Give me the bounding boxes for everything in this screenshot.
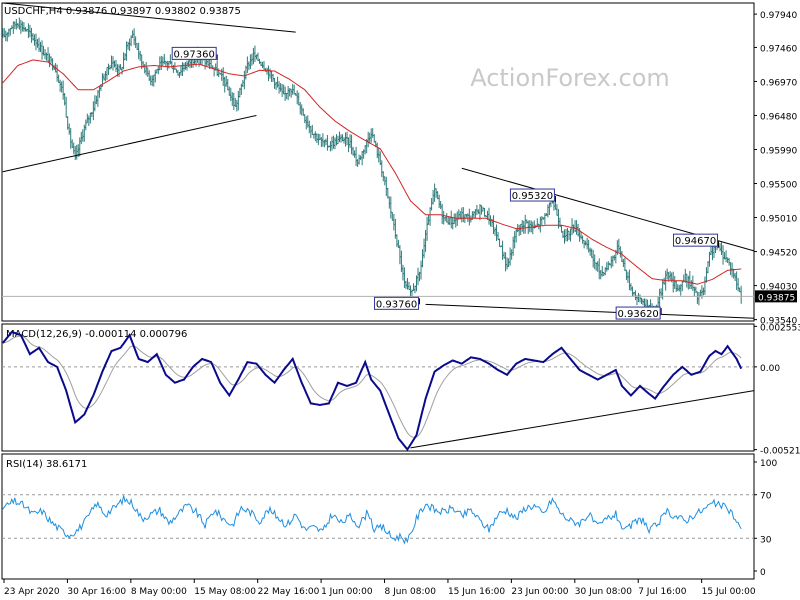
- time-axis-label: 23 Apr 2020: [4, 587, 60, 597]
- price-annotation-label: 0.93760: [376, 299, 417, 310]
- macd-y-tick-label: 0.00: [760, 364, 780, 374]
- rsi-y-tick-label: 70: [760, 492, 772, 502]
- price-y-tick-label: 0.97460: [760, 44, 797, 54]
- price-annotation-label: 0.94670: [675, 236, 716, 247]
- time-axis-label: 15 May 08:00: [194, 587, 256, 597]
- price-annotation-label: 0.95320: [512, 191, 553, 202]
- watermark: ActionForex.com: [470, 64, 670, 92]
- price-annotation-label: 0.97360: [174, 49, 215, 60]
- time-axis-label: 8 May 00:00: [131, 587, 187, 597]
- price-annotation-label: 0.93620: [617, 309, 658, 320]
- macd-y-tick-label: 0.002553: [760, 323, 800, 333]
- price-y-tick-label: 0.95990: [760, 147, 797, 157]
- price-annotation: 0.93620: [615, 306, 662, 320]
- price-annotation: 0.97360: [171, 46, 218, 61]
- time-axis-label: 30 Apr 16:00: [67, 587, 126, 597]
- time-axis-label: 15 Jun 16:00: [448, 587, 505, 597]
- rsi-y-tick-label: 30: [760, 535, 772, 545]
- macd-title: MACD(12,26,9) -0.000114 0.000796: [6, 329, 187, 340]
- forex-chart: ActionForex.com 0.97940 0.97460 0.96970 0.9…: [0, 0, 800, 600]
- macd-y-tick-label: -0.005212: [760, 447, 800, 457]
- current-price-label: 0.93875: [758, 293, 795, 303]
- time-axis-label: 7 Jul 16:00: [638, 587, 687, 597]
- rsi-title: RSI(14) 38.6171: [6, 459, 87, 470]
- price-y-tick-label: 0.94520: [760, 249, 797, 259]
- time-axis-label: 1 Jun 00:00: [321, 587, 373, 597]
- rsi-y-tick-label: 100: [760, 459, 777, 469]
- time-axis-label: 23 Jun 00:00: [511, 587, 568, 597]
- time-axis-label: 8 Jun 08:00: [385, 587, 437, 597]
- price-y-tick-label: 0.97940: [760, 11, 797, 21]
- price-y-tick-label: 0.96970: [760, 78, 797, 88]
- price-y-tick-label: 0.95010: [760, 215, 797, 225]
- price-y-tick-label: 0.96480: [760, 112, 797, 122]
- price-annotation: 0.94670: [673, 233, 720, 248]
- price-annotation: 0.95320: [509, 188, 556, 203]
- price-y-tick-label: 0.95500: [760, 181, 797, 191]
- time-axis-label: 15 Jul 00:00: [702, 587, 756, 597]
- time-axis-label: 22 May 16:00: [258, 587, 320, 597]
- time-axis-label: 30 Jun 08:00: [575, 587, 632, 597]
- price-annotation: 0.93760: [374, 296, 421, 310]
- rsi-y-tick-label: 0: [760, 568, 766, 578]
- symbol-header: USDCHF,H4 0.93876 0.93897 0.93802 0.9387…: [4, 6, 241, 17]
